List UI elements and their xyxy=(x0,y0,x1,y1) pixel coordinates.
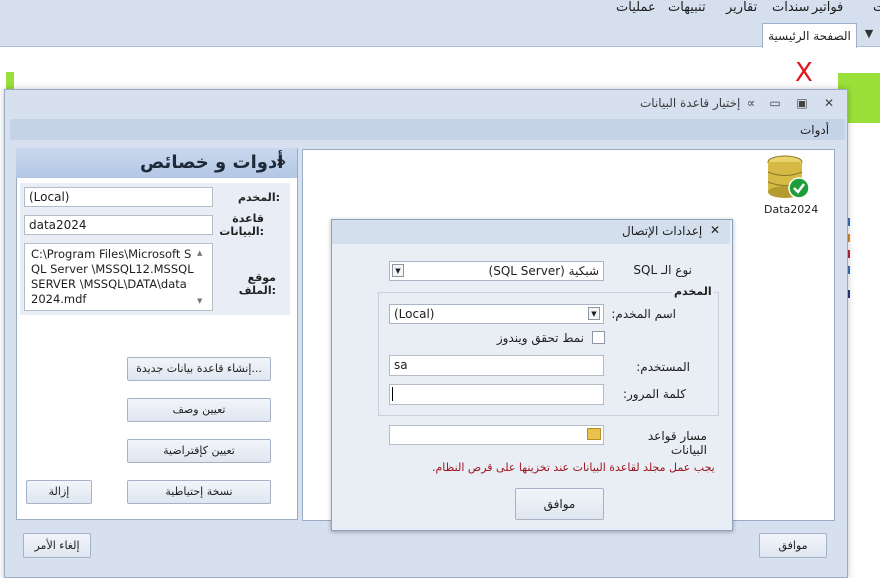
menu-item-partial[interactable]: ت xyxy=(873,0,880,18)
background-close-icon[interactable]: X xyxy=(795,58,813,88)
user-label: المستخدم: xyxy=(636,360,690,374)
connection-settings-title: إعدادات الإتصال xyxy=(622,224,703,238)
menu-item-reports[interactable]: تقارير xyxy=(726,0,757,18)
db-path-label: مسار قواعد البيانات xyxy=(647,429,707,457)
database-item-label[interactable]: Data2024 xyxy=(764,203,818,216)
text-cursor xyxy=(392,387,393,401)
password-label: كلمة المرور: xyxy=(622,387,686,401)
user-field[interactable]: sa xyxy=(389,355,604,376)
connection-ok-button[interactable]: موافق xyxy=(515,488,604,520)
server-name-label: اسم المخدم: xyxy=(611,307,676,321)
warning-text: يجب عمل مجلد لقاعدة البيانات عند تخزينها… xyxy=(432,461,715,474)
collapse-icon[interactable]: » xyxy=(276,152,286,171)
app-icon: ∝ xyxy=(746,96,756,110)
file-location-field[interactable]: C:\Program Files\Microsoft SQL Server \M… xyxy=(24,243,213,311)
minimize-icon[interactable]: ▭ xyxy=(766,94,784,112)
menu-item-alerts[interactable]: تنبيهات xyxy=(668,0,706,18)
menu-item-invoices[interactable]: فواتير xyxy=(812,0,843,18)
create-database-button[interactable]: إنشاء قاعدة بيانات جديدة... xyxy=(127,357,271,381)
cancel-button[interactable]: إلغاء الأمر xyxy=(23,533,91,558)
close-icon[interactable]: ✕ xyxy=(710,223,720,237)
scroll-down-icon[interactable]: ▼ xyxy=(197,297,202,305)
tools-panel-title: أدوات و خصائص xyxy=(140,152,284,173)
close-icon[interactable]: ✕ xyxy=(820,94,838,112)
menu-item-operations[interactable]: عمليات xyxy=(616,0,656,18)
database-field[interactable]: data2024 xyxy=(24,215,213,235)
server-field[interactable]: (Local) xyxy=(24,187,213,207)
chevron-down-icon[interactable]: ▼ xyxy=(588,307,600,320)
windows-auth-checkbox[interactable] xyxy=(592,331,605,344)
file-location-label: موقع الملف: xyxy=(238,271,276,297)
db-path-field[interactable] xyxy=(389,425,604,445)
chevron-down-icon[interactable]: ▼ xyxy=(392,264,404,277)
folder-icon[interactable] xyxy=(587,428,601,440)
tab-home[interactable]: الصفحة الرئيسية xyxy=(762,23,857,48)
tab-dropdown-icon[interactable]: ▼ xyxy=(858,23,880,45)
sql-type-select[interactable]: ▼ (SQL Server) شبكية xyxy=(389,261,604,281)
remove-button[interactable]: إزالة xyxy=(26,480,92,504)
toolbar-label[interactable]: أدوات xyxy=(800,123,829,137)
password-field[interactable] xyxy=(389,384,604,405)
maximize-icon[interactable]: ▣ xyxy=(793,94,811,112)
sql-type-label: نوع الـ SQL xyxy=(633,263,692,277)
set-default-button[interactable]: تعيين كإفتراضية xyxy=(127,439,271,463)
dialog-title: إختيار قاعدة البيانات xyxy=(640,96,741,110)
backup-button[interactable]: نسخة إحتياطية xyxy=(127,480,271,504)
sql-type-value: (SQL Server) شبكية xyxy=(488,264,599,278)
toolbar xyxy=(10,119,845,140)
set-description-button[interactable]: تعيين وصف xyxy=(127,398,271,422)
menu-item-vouchers[interactable]: سندات xyxy=(772,0,810,18)
server-label: المخدم: xyxy=(237,191,280,204)
windows-auth-label: نمط تحقق ويندوز xyxy=(496,331,584,345)
server-name-select[interactable]: (Local) ▼ xyxy=(389,304,604,324)
ok-button[interactable]: موافق xyxy=(759,533,827,558)
database-check-icon[interactable] xyxy=(766,154,810,200)
server-name-value: (Local) xyxy=(394,307,435,321)
scroll-up-icon[interactable]: ▲ xyxy=(197,249,202,257)
server-group-label: المخدم xyxy=(672,285,714,298)
database-label: قاعدة البيانات: xyxy=(219,212,264,238)
